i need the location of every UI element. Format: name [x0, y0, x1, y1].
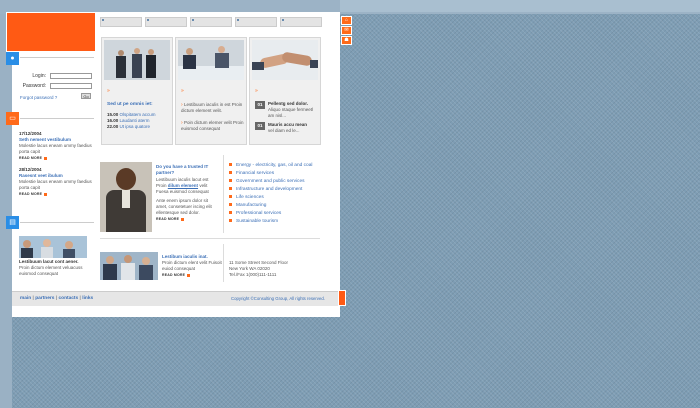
nav-tab-2[interactable] [145, 17, 187, 27]
numbered-text: vel diam ed le... [268, 128, 300, 133]
read-more-link[interactable]: READ MORE [19, 191, 93, 197]
number-badge: 01 [255, 122, 265, 130]
category-item[interactable]: Infrastructure and development [229, 186, 312, 194]
footer-link-partners[interactable]: partners [35, 296, 54, 301]
numbered-item[interactable]: 01 Pellentg sed dolor. Aliquo ntaque ferme… [255, 101, 321, 119]
schedule-row[interactable]: 22.00 Ut ipsa quatore [107, 124, 171, 130]
arrow-icon: » [255, 88, 258, 94]
chat-icon: ▭ [6, 112, 19, 125]
mail-icon[interactable]: ✉ [341, 26, 352, 35]
nav-tab-4[interactable] [235, 17, 277, 27]
read-more-link[interactable]: READ MORE [156, 216, 220, 222]
horizontal-divider [100, 238, 320, 239]
column-divider [223, 244, 224, 282]
arrow-icon: » [107, 88, 110, 94]
category-item[interactable]: Government and public services [229, 178, 312, 186]
numbered-title: Pellentg sed dolor. [268, 101, 309, 106]
nav-tab-5[interactable] [280, 17, 322, 27]
section-divider [20, 118, 94, 119]
category-item[interactable]: Manufacturing [229, 202, 312, 210]
footer-nav: main | partners | contacts | links [20, 296, 94, 301]
sidebar-feature-text: Proin dictum element veluacuss euismod c… [19, 265, 83, 276]
sidebar-feature: Lestibuum lacut cont aener. Proin dictum… [19, 259, 97, 277]
footer-link-main[interactable]: main [20, 296, 31, 301]
arrow-icon: » [181, 88, 184, 94]
news-item: 17/12/2004 Seth nement vestibulum Molest… [19, 131, 93, 161]
category-item[interactable]: Financial services [229, 170, 312, 178]
schedule-list: 15.00 Olspitatem accum 16.00 Laudanti at… [107, 112, 171, 130]
schedule-text: Olspitatem accum [119, 112, 156, 117]
meeting-photo [178, 40, 244, 80]
news-text: Molestie lacus eneam ummy faedius porta … [19, 179, 92, 190]
column-divider [223, 155, 224, 233]
footer-link-links[interactable]: links [82, 296, 93, 301]
box-news-item[interactable]: › Lestibuum iaculis in est Proin dictum … [181, 102, 247, 114]
pages-icon: ▤ [6, 216, 19, 229]
lower-feature-text: Proin dictum elent velit Fuisoit euiod c… [162, 260, 222, 271]
nav-tab-1[interactable] [100, 17, 142, 27]
box-news-item[interactable]: › Poin dictum elemer velit Proin euismod… [181, 120, 247, 132]
lower-feature: Lestibum iaculis inat. Proin dictum elen… [162, 254, 222, 278]
schedule-time: 15.00 [107, 112, 119, 117]
section-divider [20, 57, 94, 58]
category-item[interactable]: Professional services [229, 210, 312, 218]
partner-block: Do you have a trusted IT partner? Lestib… [156, 164, 220, 222]
team-photo [19, 236, 87, 258]
top-band-right [340, 0, 700, 12]
category-item[interactable]: Life sciences [229, 194, 312, 202]
box-news-text: Poin dictum elemer velit Proin euismod c… [181, 120, 244, 131]
section-divider [20, 222, 94, 223]
info-box-news: » › Lestibuum iaculis in est Proin dictu… [175, 37, 247, 145]
password-input[interactable] [50, 83, 92, 89]
info-box-schedule: » Sed ut pe omnis iet: 15.00 Olspitatem … [101, 37, 173, 145]
footer-link-contacts[interactable]: contacts [58, 296, 78, 301]
schedule-time: 16.00 [107, 118, 119, 123]
sitemap-icon[interactable]: ☗ [341, 36, 352, 45]
password-label: Password: [22, 83, 46, 89]
schedule-text: Ut ipsa quatore [119, 124, 151, 129]
forgot-password-link[interactable]: Forgot password ? [20, 95, 57, 100]
read-more-link[interactable]: READ MORE [162, 272, 222, 278]
home-icon[interactable]: ⌂ [341, 16, 352, 25]
info-box-numbered: » 01 Pellentg sed dolor. Aliquo ntaque fer… [249, 37, 321, 145]
numbered-text: Aliquo ntaque fermeetl am nisl... [268, 107, 314, 118]
partner-text-2: Ante enem ipsum dolor sit amet, consetet… [156, 198, 212, 215]
schedule-text: Laudanti aterm [119, 118, 150, 123]
category-item[interactable]: Sustainable tourism [229, 218, 312, 226]
login-input[interactable] [50, 73, 92, 79]
box-news-text: Lestibuum iaculis in est Proin dictum el… [181, 102, 243, 113]
box-title: Sed ut pe omnis iet: [107, 102, 153, 107]
copyright: Copyright ©Consulting Group, All rights … [231, 296, 325, 301]
nav-tab-3[interactable] [190, 17, 232, 27]
user-icon: ● [6, 52, 19, 65]
address-block: 11 Some Street Second Floor New York WA … [229, 260, 319, 278]
news-text: Molestie lacus eneam ummy faedius porta … [19, 143, 92, 154]
numbered-item[interactable]: 01 Mauris accu mean vel diam ed le... [255, 122, 321, 134]
logo[interactable] [6, 12, 96, 52]
partner-photo [100, 162, 152, 232]
category-list: Energy - electricity, gas, oil and coal … [229, 162, 312, 226]
partner-title: Do you have a trusted IT partner? [156, 164, 209, 175]
schedule-time: 22.00 [107, 124, 119, 129]
read-more-link[interactable]: READ MORE [19, 155, 93, 161]
footer-accent [338, 290, 346, 306]
go-button[interactable]: Go [81, 93, 91, 99]
news-item: 28/12/2004 Rasesnt veet ibulum Molestie … [19, 167, 93, 197]
partner-link[interactable]: dilum element [168, 183, 198, 188]
handshake-photo [252, 40, 318, 80]
business-people-photo [104, 40, 170, 80]
team-photo-lower [100, 252, 158, 280]
category-item[interactable]: Energy - electricity, gas, oil and coal [229, 162, 312, 170]
number-badge: 01 [255, 101, 265, 109]
login-label: Login: [32, 73, 46, 79]
numbered-title: Mauris accu mean [268, 122, 308, 127]
address-line: Tel./Fax 1(000)111-1111 [229, 272, 277, 277]
